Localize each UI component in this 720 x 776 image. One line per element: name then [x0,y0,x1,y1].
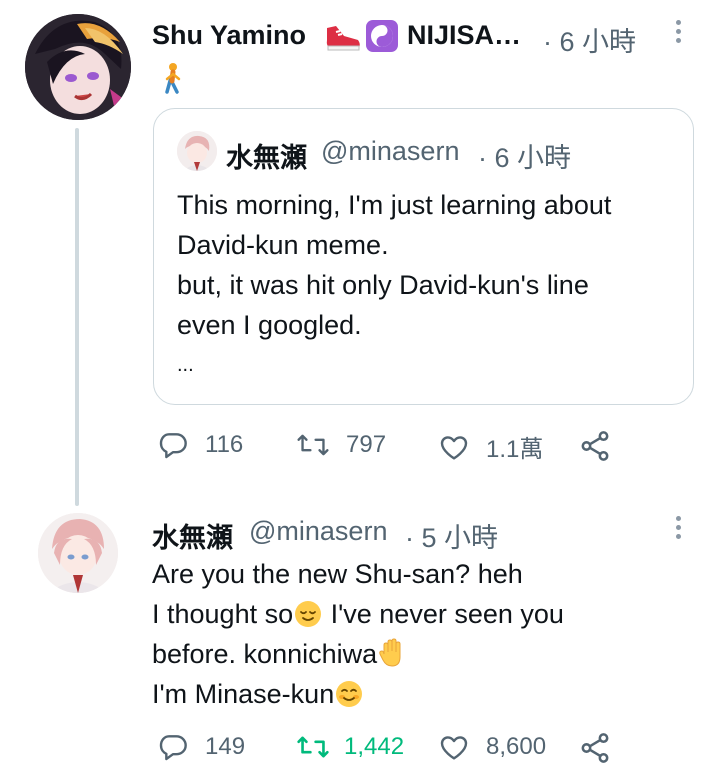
tweet2-line-part: I'm Minase-kun [152,679,335,709]
tweet2-line: I thought so I've never seen you [152,594,712,634]
retweet-button[interactable]: 1,442 [296,731,404,763]
share-button[interactable] [578,731,612,765]
thread-connector [75,128,79,506]
reply-icon [157,731,189,763]
relieved-face-emoji-icon [294,599,322,627]
reply-count: 149 [205,733,246,760]
tweet2-line: Are you the new Shu-san? heh [152,559,523,589]
quote-timestamp[interactable]: · 6 小時 [478,136,571,175]
heart-icon [438,431,470,463]
tweet2-timestamp[interactable]: · 5 小時 [405,516,498,555]
quote-handle[interactable]: @minasern [321,136,459,167]
yin-yang-emoji-icon [366,20,398,52]
author-name-suffix[interactable]: NIJISA… [407,20,521,51]
tweet1-timestamp[interactable]: · 6 小時 [543,20,636,59]
retweet-count: 797 [346,431,387,458]
retweet-button[interactable]: 797 [296,429,386,461]
raised-hand-emoji-icon [378,638,406,667]
retweet-count: 1,442 [344,733,405,760]
tweet2-text: Are you the new Shu-san? heh I thought s… [152,554,712,714]
tweet2-handle[interactable]: @minasern [249,516,387,547]
quote-line: even I googled. [177,310,362,340]
smiling-blushing-face-emoji-icon [335,679,363,707]
tweet2-author-name[interactable]: 水無瀬 [152,516,233,555]
share-button[interactable] [578,429,612,463]
tweet2-line-part: I thought so [152,599,294,629]
reply-icon [157,429,189,461]
quote-line: but, it was hit only David-kun's line [177,270,589,300]
reply-button[interactable]: 149 [157,731,245,763]
avatar-shu-yamino[interactable] [25,14,131,120]
reply-count: 116 [205,431,244,458]
quote-line: David-kun meme. [177,230,389,260]
like-button[interactable]: 1.1萬 [438,429,543,464]
tweet2-line-part: before. konnichiwa [152,639,378,669]
quote-line-ellipsis: ... [177,354,194,376]
author-name-shu[interactable]: Shu Yamino [152,20,306,51]
heart-icon [438,731,470,763]
more-options-icon[interactable] [676,516,684,543]
retweet-icon [296,731,330,763]
sneaker-emoji-icon [324,22,362,54]
reply-button[interactable]: 116 [157,429,243,461]
share-icon [578,731,612,765]
like-count: 1.1萬 [486,436,544,463]
quote-line: This morning, I'm just learning about [177,190,612,220]
person-walking-emoji-icon [160,62,186,94]
quote-text: This morning, I'm just learning about Da… [177,185,687,385]
quote-avatar-minase[interactable] [177,131,217,171]
quote-author-name[interactable]: 水無瀬 [226,136,307,175]
tweet2-line-part: I've never seen you [323,599,564,629]
tweet2-line: I'm Minase-kun [152,674,712,714]
retweet-icon [296,429,330,461]
more-options-icon[interactable] [676,20,684,47]
avatar-minase[interactable] [38,513,118,593]
share-icon [578,429,612,463]
tweet2-line: before. konnichiwa [152,634,712,674]
like-button[interactable]: 8,600 [438,731,546,763]
like-count: 8,600 [486,733,547,760]
